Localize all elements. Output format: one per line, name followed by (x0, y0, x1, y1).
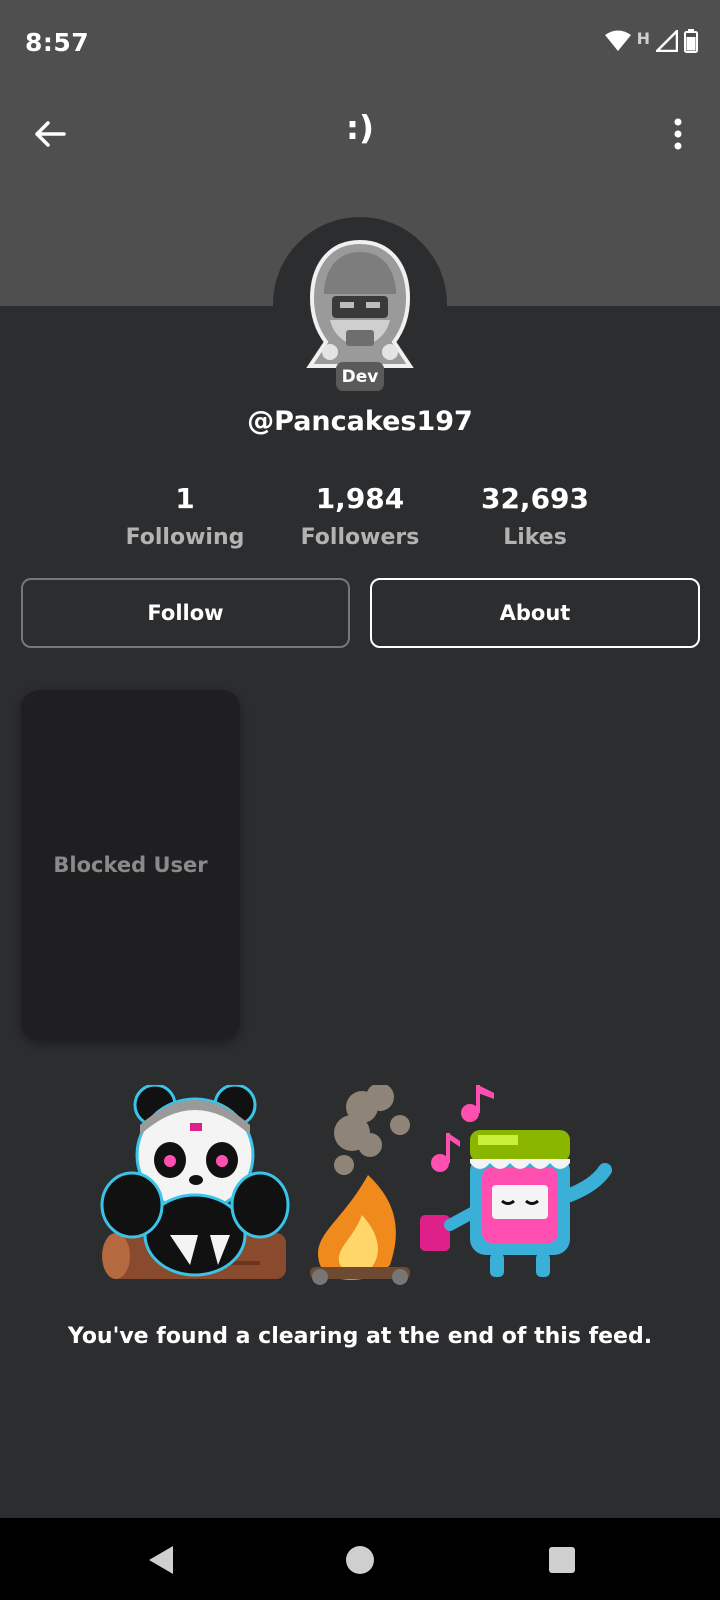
more-vertical-icon (674, 118, 682, 150)
battery-icon (684, 29, 698, 57)
page-title: :) (345, 108, 375, 147)
stat-following[interactable]: 1 Following (100, 482, 270, 550)
avatar (306, 239, 414, 368)
status-bar: 8:57 H (0, 0, 720, 84)
about-button[interactable]: About (370, 578, 700, 648)
stat-value: 32,693 (480, 482, 590, 515)
follow-button[interactable]: Follow (21, 578, 350, 648)
nav-recents-button[interactable] (542, 1540, 582, 1580)
circle-home-icon (346, 1546, 374, 1574)
campfire-icon (310, 1175, 410, 1285)
status-time: 8:57 (25, 28, 90, 57)
stat-followers[interactable]: 1,984 Followers (275, 482, 445, 550)
stat-value: 1,984 (315, 482, 405, 515)
wifi-icon (604, 30, 631, 56)
username: @Pancakes197 (247, 406, 473, 437)
stat-value: 1 (175, 482, 195, 515)
more-options-button[interactable] (662, 106, 694, 162)
network-type: H (636, 28, 650, 48)
nav-home-button[interactable] (340, 1540, 380, 1580)
dev-badge: Dev (336, 362, 384, 391)
stat-label: Following (125, 525, 245, 550)
blocked-user-card[interactable]: Blocked User (21, 690, 240, 1040)
stat-label: Likes (503, 525, 567, 550)
status-icons: H (604, 27, 698, 58)
nav-back-button[interactable] (141, 1540, 181, 1580)
blocked-user-label: Blocked User (53, 853, 208, 877)
campfire-illustration (100, 1085, 612, 1285)
stat-label: Followers (300, 525, 420, 550)
triangle-back-icon (149, 1546, 173, 1574)
signal-icon (653, 27, 679, 56)
stat-likes: 32,693 Likes (450, 482, 620, 550)
system-nav-bar (0, 1518, 720, 1600)
smoke-icon (334, 1085, 410, 1175)
square-recents-icon (549, 1547, 575, 1573)
end-of-feed-message: You've found a clearing at the end of th… (67, 1324, 653, 1349)
